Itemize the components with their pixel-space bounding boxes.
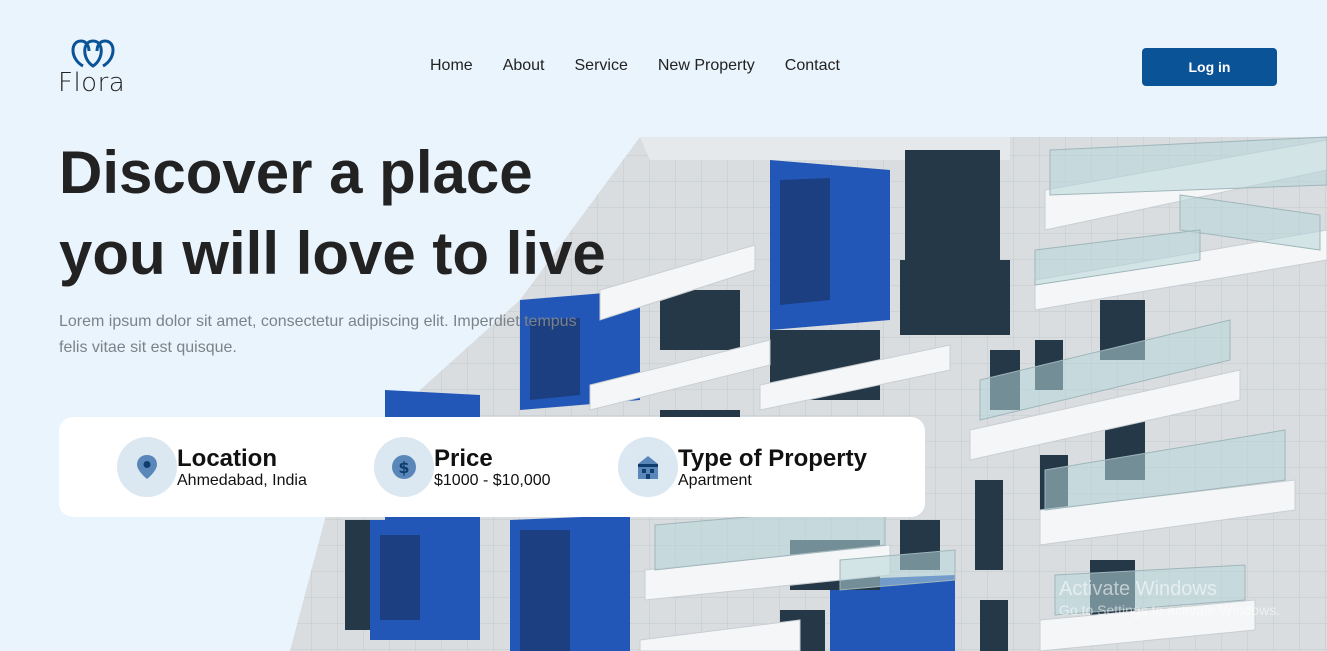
price-label: Price [434, 445, 493, 472]
map-pin-icon [137, 455, 157, 479]
price-value: $1000 - $10,000 [434, 472, 551, 489]
hero-title: Discover a place you will love to live [59, 132, 679, 294]
property-type-value: Apartment [678, 472, 752, 489]
house-icon [638, 456, 658, 479]
login-button[interactable]: Log in [1142, 48, 1277, 86]
interlocking-rings-icon [71, 39, 115, 68]
main-nav: Home About Service New Property Contact [430, 57, 840, 75]
svg-text:$: $ [398, 458, 409, 477]
property-type-label: Type of Property [678, 445, 867, 472]
nav-service[interactable]: Service [575, 57, 628, 75]
price-icon-badge: $ [374, 437, 434, 497]
location-value: Ahmedabad, India [177, 472, 307, 489]
hero-title-line-2: you will love to live [59, 220, 606, 287]
activate-windows-title: Activate Windows [1059, 578, 1217, 600]
brand-name: Flora [58, 68, 126, 98]
brand-logo[interactable]: Flora [57, 37, 137, 99]
nav-new-property[interactable]: New Property [658, 57, 755, 75]
nav-contact[interactable]: Contact [785, 57, 840, 75]
activate-windows-hint: Go to Settings to activate Windows. [1059, 602, 1280, 618]
location-icon-badge [117, 437, 177, 497]
hero-subtitle: Lorem ipsum dolor sit amet, consectetur … [59, 313, 577, 356]
dollar-icon: $ [392, 455, 416, 479]
property-search-card: Location Ahmedabad, India $ Price $1000 … [59, 417, 925, 517]
location-label: Location [177, 445, 277, 472]
nav-home[interactable]: Home [430, 57, 473, 75]
hero-title-line-1: Discover a place [59, 139, 533, 206]
property-type-icon-badge [618, 437, 678, 497]
nav-about[interactable]: About [503, 57, 545, 75]
